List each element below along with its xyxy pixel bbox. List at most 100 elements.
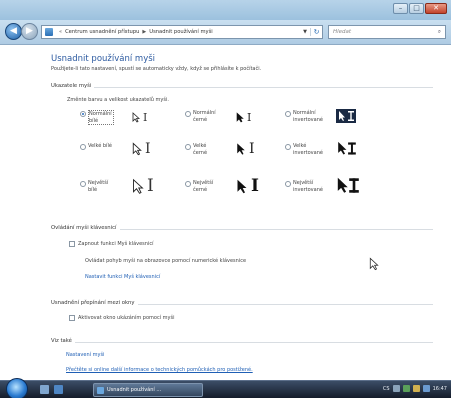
address-bar[interactable]: « Centrum usnadnění přístupu ▶ Usnadnit … bbox=[41, 25, 323, 39]
pointer-option[interactable]: Normální invertované bbox=[285, 110, 323, 123]
ibeam-pointer-icon: I bbox=[247, 111, 252, 124]
pointer-preview: I bbox=[236, 111, 251, 124]
arrow-pointer-icon bbox=[132, 142, 142, 156]
refresh-icon[interactable]: ↻ bbox=[310, 28, 322, 36]
chevron-right-icon: « bbox=[59, 29, 63, 35]
online-info-link[interactable]: Přečtěte si online další informace o tec… bbox=[66, 367, 253, 373]
inverted-pointer-icon bbox=[336, 177, 360, 194]
control-panel-icon bbox=[97, 386, 104, 394]
pointer-preview bbox=[336, 176, 360, 195]
radio-button[interactable] bbox=[185, 144, 191, 150]
breadcrumb-item[interactable]: Centrum usnadnění přístupu bbox=[65, 29, 139, 35]
navigation-bar: ◀ ▶ « Centrum usnadnění přístupu ▶ Usnad… bbox=[0, 20, 451, 45]
radio-button[interactable] bbox=[285, 144, 291, 150]
page-lead: Použijete-li tato nastavení, spustí se a… bbox=[51, 66, 262, 72]
security-icon[interactable] bbox=[412, 385, 420, 392]
show-desktop-icon[interactable] bbox=[40, 385, 49, 394]
see-also-group: Viz také bbox=[51, 338, 433, 344]
option-label: Normální bílé bbox=[88, 110, 114, 125]
checkbox-label: Aktivovat okno ukázáním pomocí myši bbox=[78, 315, 175, 321]
group-title: Usnadnění přepínání mezi okny bbox=[51, 300, 138, 306]
option-label: Největší bílé bbox=[88, 180, 109, 193]
start-button[interactable] bbox=[6, 378, 28, 398]
system-tray: CS 16:47 bbox=[383, 385, 447, 392]
option-label: Největší invertované bbox=[293, 180, 323, 193]
clock[interactable]: 16:47 bbox=[433, 386, 447, 392]
option-label: Největší černé bbox=[193, 180, 214, 193]
pointer-option[interactable]: Velké černé bbox=[185, 143, 219, 156]
pointer-option[interactable]: Normální bílé bbox=[80, 110, 114, 125]
breadcrumb-item[interactable]: Usnadnit používání myši bbox=[149, 29, 212, 35]
window: – □ ✕ ◀ ▶ « Centrum usnadnění přístupu ▶… bbox=[0, 0, 451, 380]
pointer-option[interactable]: Velké bílé bbox=[80, 143, 114, 150]
option-label: Normální invertované bbox=[293, 110, 323, 123]
arrow-pointer-icon bbox=[133, 178, 144, 194]
option-label: Normální černé bbox=[193, 110, 216, 123]
radio-button[interactable] bbox=[285, 181, 291, 187]
ibeam-pointer-icon: I bbox=[147, 176, 154, 196]
radio-button[interactable] bbox=[80, 111, 86, 117]
inverted-pointer-icon bbox=[336, 140, 358, 157]
pointer-preview bbox=[336, 109, 356, 123]
windows-group: Usnadnění přepínání mezi okny bbox=[51, 300, 433, 306]
radio-button[interactable] bbox=[80, 181, 86, 187]
arrow-pointer-icon bbox=[237, 143, 245, 155]
radio-button[interactable] bbox=[285, 111, 291, 117]
mouse-cursor-icon bbox=[369, 257, 379, 271]
hover-activate-checkbox-row[interactable]: Aktivovat okno ukázáním pomocí myši bbox=[69, 315, 175, 321]
group-title: Ukazatele myši bbox=[51, 83, 95, 89]
mouse-keys-checkbox-row[interactable]: Zapnout funkci Myš klávesnicí bbox=[69, 241, 153, 247]
mouse-keys-description: Ovládat pohyb myši na obrazovce pomocí n… bbox=[85, 258, 247, 264]
keys-group: Ovládání myši klávesnicí bbox=[51, 225, 433, 231]
pointer-option[interactable]: Normální černé bbox=[185, 110, 219, 123]
radio-button[interactable] bbox=[185, 111, 191, 117]
pointer-option[interactable]: Velké invertované bbox=[285, 143, 323, 156]
ibeam-pointer-icon: I bbox=[249, 141, 255, 157]
forward-button[interactable]: ▶ bbox=[21, 23, 38, 40]
mouse-keys-settings-link[interactable]: Nastavit funkci Myš klávesnicí bbox=[85, 274, 160, 280]
volume-icon[interactable] bbox=[422, 385, 430, 392]
option-label: Velké invertované bbox=[293, 143, 323, 156]
search-input[interactable]: Hledat ⌕ bbox=[328, 25, 446, 39]
group-title: Ovládání myši klávesnicí bbox=[51, 225, 120, 231]
mouse-settings-link[interactable]: Nastavení myši bbox=[66, 352, 104, 358]
taskbar-window-button[interactable]: Usnadnit používání ... bbox=[93, 383, 203, 397]
pointer-preview bbox=[336, 140, 358, 157]
title-bar: – □ ✕ bbox=[0, 0, 451, 20]
arrow-pointer-icon bbox=[132, 112, 140, 123]
option-label: Velké bílé bbox=[88, 143, 112, 149]
search-icon[interactable]: ⌕ bbox=[438, 29, 441, 35]
pointer-preview: I bbox=[132, 176, 154, 196]
arrow-pointer-icon bbox=[236, 112, 244, 123]
pointer-preview: I bbox=[132, 111, 147, 124]
pointer-preview: I bbox=[236, 176, 259, 196]
pointer-option[interactable]: Největší bílé bbox=[80, 180, 114, 193]
ibeam-pointer-icon: I bbox=[145, 141, 151, 157]
pointer-option[interactable]: Největší černé bbox=[185, 180, 219, 193]
checkbox[interactable] bbox=[69, 241, 75, 247]
minimize-button[interactable]: – bbox=[393, 3, 408, 14]
back-button[interactable]: ◀ bbox=[5, 23, 22, 40]
radio-button[interactable] bbox=[185, 181, 191, 187]
window-controls: – □ ✕ bbox=[393, 3, 447, 14]
radio-button[interactable] bbox=[80, 144, 86, 150]
checkbox-label: Zapnout funkci Myš klávesnicí bbox=[78, 241, 154, 247]
checkbox[interactable] bbox=[69, 315, 75, 321]
switch-windows-icon[interactable] bbox=[54, 385, 63, 394]
content-area: Usnadnit používání myši Použijete-li tat… bbox=[0, 45, 451, 380]
task-label: Usnadnit používání ... bbox=[107, 387, 162, 393]
pointers-subtitle: Změnte barvu a velikost ukazatelů myši. bbox=[67, 97, 169, 103]
maximize-button[interactable]: □ bbox=[409, 3, 424, 14]
pointer-preview: I bbox=[132, 141, 151, 157]
language-indicator[interactable]: CS bbox=[383, 386, 390, 392]
pointer-option[interactable]: Největší invertované bbox=[285, 180, 323, 193]
search-placeholder: Hledat bbox=[333, 29, 352, 35]
chevron-down-icon[interactable]: ▼ bbox=[300, 29, 310, 35]
ibeam-pointer-icon: I bbox=[143, 111, 148, 124]
close-button[interactable]: ✕ bbox=[425, 3, 447, 14]
network-icon[interactable] bbox=[402, 385, 410, 392]
keyboard-icon[interactable] bbox=[392, 385, 400, 392]
page-title: Usnadnit používání myši bbox=[51, 54, 156, 64]
inverted-pointer-icon bbox=[336, 109, 356, 123]
arrow-pointer-icon bbox=[237, 179, 247, 193]
